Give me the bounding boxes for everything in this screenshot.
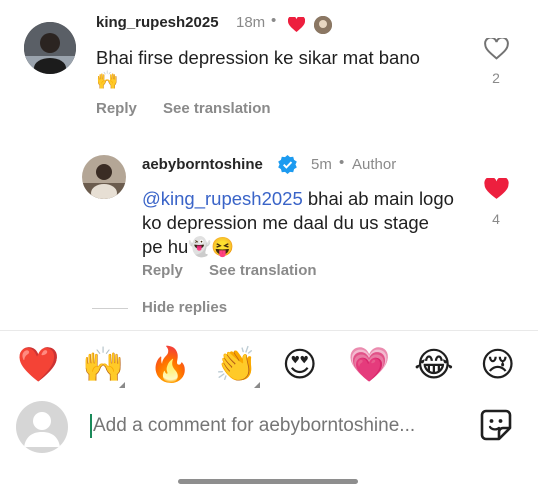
comment-time: 18m [236,14,266,31]
text-cursor [90,414,92,438]
sticker-icon[interactable] [479,408,513,447]
emoji-heart-eyes[interactable]: 😍 [282,345,317,385]
comment-username[interactable]: king_rupesh2025 [96,14,219,31]
like-heart-outline-icon[interactable] [484,36,509,65]
comment-text: Bhai firse depression ke sikar mat bano [96,47,420,68]
reply-text: @king_rupesh2025 bhai ab main logo ko de… [142,187,454,259]
reply-avatar[interactable] [82,155,126,199]
comment-input[interactable] [93,413,463,439]
verified-badge-icon [278,155,297,179]
home-indicator[interactable] [178,479,358,484]
skin-tone-indicator [254,382,260,388]
author-mini-avatar [314,16,332,34]
default-profile-icon [24,412,60,447]
reply-button[interactable]: Reply [142,262,183,279]
emoji-clapping-hands[interactable]: 👏 [215,345,257,385]
avatar-photo [24,22,76,74]
emoji-tears-of-joy[interactable]: 😂 [414,345,454,385]
mention-link[interactable]: @king_rupesh2025 [142,188,303,209]
skin-tone-indicator [119,382,125,388]
emoji-heart[interactable]: ❤️ [17,345,59,385]
hide-replies-line [92,308,128,309]
my-avatar[interactable] [16,401,68,453]
author-label: Author [352,156,397,173]
comment-emoji-line: 🙌 [96,70,119,91]
separator-dot: • [271,12,277,29]
hide-replies-button[interactable]: Hide replies [142,299,227,316]
like-count: 4 [492,211,500,227]
emoji-growing-heart[interactable]: 💗 [348,345,390,385]
see-translation-button[interactable]: See translation [209,262,317,279]
separator-dot: • [339,154,345,171]
liked-by-author-heart-icon [287,15,306,37]
like-count: 2 [492,70,500,86]
emoji-raising-hands[interactable]: 🙌 [82,345,124,385]
avatar-photo [82,155,126,199]
emoji-crying[interactable]: 😢 [480,345,515,385]
divider [0,330,538,331]
reply-username[interactable]: aebyborntoshine [142,156,263,173]
see-translation-button[interactable]: See translation [163,100,271,117]
reply-time: 5m [311,156,332,173]
emoji-fire[interactable]: 🔥 [149,345,191,385]
like-heart-filled-icon[interactable] [484,176,509,205]
reply-button[interactable]: Reply [96,100,137,117]
avatar[interactable] [24,22,76,74]
